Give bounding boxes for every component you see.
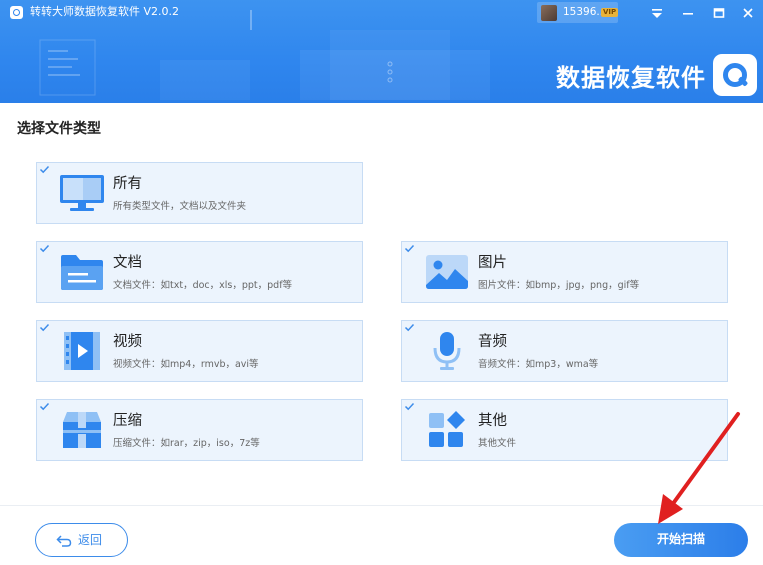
menu-dropdown-icon <box>652 8 662 18</box>
user-account[interactable]: 15396... VIP <box>537 2 619 23</box>
brand-logo-icon <box>713 54 757 96</box>
image-icon <box>424 252 470 292</box>
file-type-card-other[interactable]: 其他 其他文件 <box>401 399 728 461</box>
file-type-name: 音频 <box>478 334 507 350</box>
file-type-name: 图片 <box>478 255 507 271</box>
file-type-desc: 视频文件：如mp4，rmvb，avi等 <box>113 359 259 370</box>
file-type-card-zip[interactable]: 压缩 压缩文件：如rar，zip，iso，7z等 <box>36 399 363 461</box>
file-type-name: 文档 <box>113 255 142 271</box>
footer-divider <box>0 505 763 506</box>
file-type-desc: 文档文件：如txt，doc，xls，ppt，pdf等 <box>113 280 293 291</box>
file-type-name: 压缩 <box>113 413 142 429</box>
file-type-name: 所有 <box>113 176 142 192</box>
banner-title: 数据恢复软件 <box>556 64 706 92</box>
file-type-card-all[interactable]: 所有 所有类型文件，文档以及文件夹 <box>36 162 363 224</box>
user-id: 15396... <box>563 6 607 18</box>
archive-icon <box>59 410 105 450</box>
checkbox-checked-icon[interactable] <box>39 401 50 412</box>
maximize-button[interactable] <box>704 2 734 23</box>
file-type-desc: 音频文件：如mp3，wma等 <box>478 359 599 370</box>
avatar <box>541 5 557 21</box>
back-button[interactable]: 返回 <box>35 523 128 557</box>
microphone-icon <box>424 331 470 371</box>
minimize-icon <box>683 12 693 15</box>
file-type-card-video[interactable]: 视频 视频文件：如mp4，rmvb，avi等 <box>36 320 363 382</box>
vip-badge: VIP <box>601 8 619 17</box>
folder-icon <box>59 252 105 292</box>
file-type-name: 其他 <box>478 413 507 429</box>
checkbox-checked-icon[interactable] <box>39 164 50 175</box>
title-bar-banner: 转转大师数据恢复软件 V2.0.2 15396... VIP 数据恢复软件 <box>0 0 763 103</box>
app-title: 转转大师数据恢复软件 V2.0.2 <box>30 5 180 18</box>
app-logo-icon <box>10 6 23 19</box>
start-scan-button[interactable]: 开始扫描 <box>614 523 748 557</box>
close-button[interactable] <box>733 2 763 23</box>
file-type-desc: 压缩文件：如rar，zip，iso，7z等 <box>113 438 260 449</box>
start-scan-label: 开始扫描 <box>656 532 705 546</box>
file-type-card-doc[interactable]: 文档 文档文件：如txt，doc，xls，ppt，pdf等 <box>36 241 363 303</box>
back-arrow-icon <box>56 535 72 547</box>
apps-grid-icon <box>424 410 470 450</box>
file-type-name: 视频 <box>113 334 142 350</box>
checkbox-checked-icon[interactable] <box>39 322 50 333</box>
minimize-button[interactable] <box>673 2 703 23</box>
section-title: 选择文件类型 <box>17 121 101 137</box>
back-button-label: 返回 <box>78 533 103 547</box>
monitor-icon <box>59 173 105 213</box>
checkbox-checked-icon[interactable] <box>404 243 415 254</box>
file-type-card-audio[interactable]: 音频 音频文件：如mp3，wma等 <box>401 320 728 382</box>
file-type-card-img[interactable]: 图片 图片文件：如bmp，jpg，png，gif等 <box>401 241 728 303</box>
close-icon <box>743 7 753 18</box>
file-type-desc: 其他文件 <box>478 438 517 449</box>
checkbox-checked-icon[interactable] <box>404 322 415 333</box>
file-type-desc: 图片文件：如bmp，jpg，png，gif等 <box>478 280 640 291</box>
video-icon <box>59 331 105 371</box>
menu-dropdown-button[interactable] <box>642 2 672 23</box>
checkbox-checked-icon[interactable] <box>39 243 50 254</box>
maximize-icon <box>713 7 725 18</box>
file-type-desc: 所有类型文件，文档以及文件夹 <box>113 201 247 212</box>
checkbox-checked-icon[interactable] <box>404 401 415 412</box>
